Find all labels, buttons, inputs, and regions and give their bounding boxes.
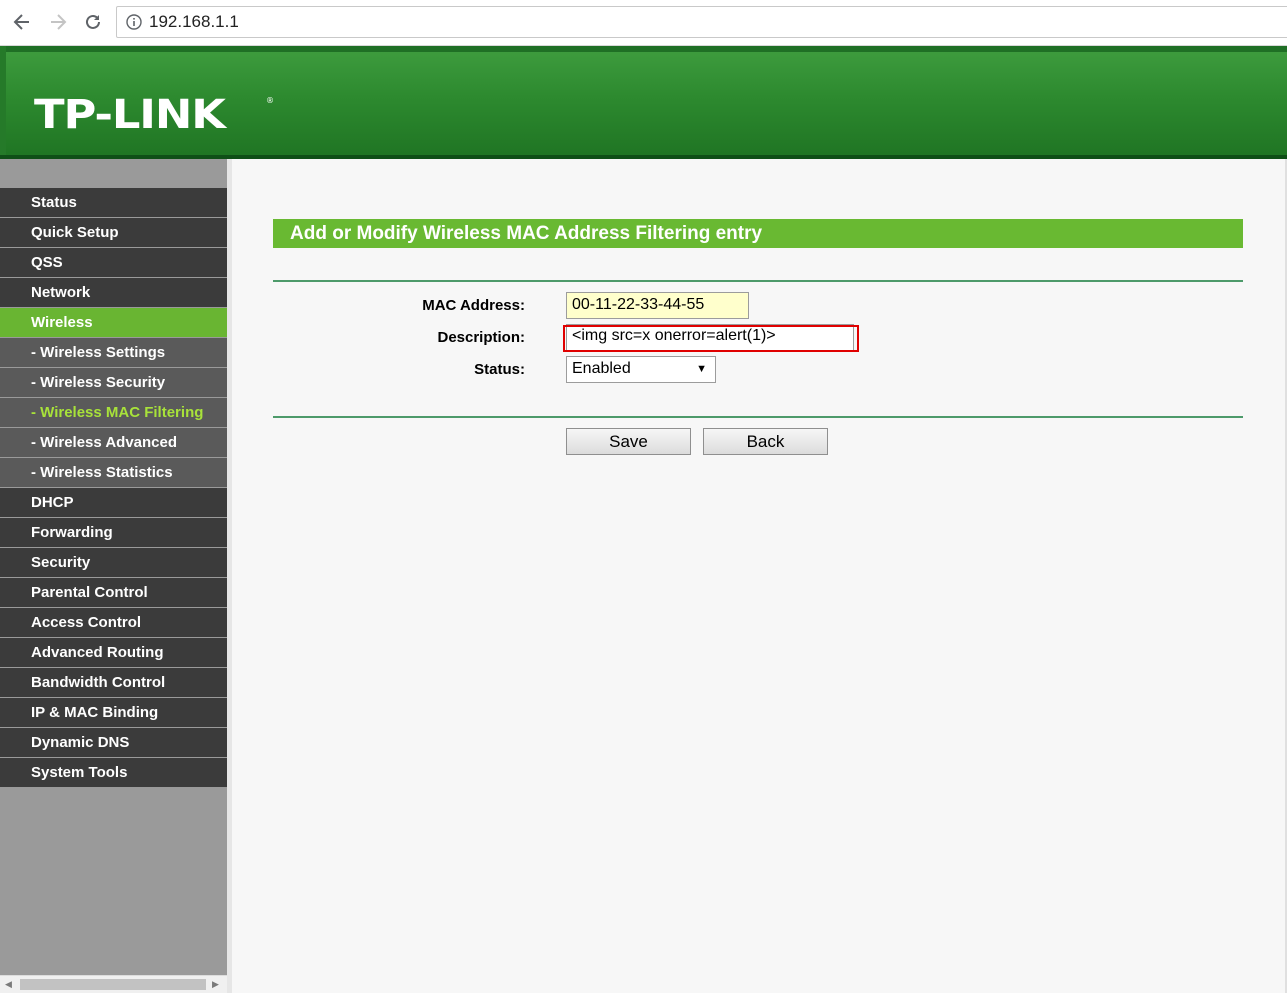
sidebar-item-dynamic-dns[interactable]: Dynamic DNS — [0, 728, 227, 758]
address-bar[interactable]: 192.168.1.1 — [116, 6, 1287, 38]
sidebar-item-forwarding[interactable]: Forwarding — [0, 518, 227, 548]
description-label: Description: — [437, 329, 525, 346]
chevron-down-icon: ▼ — [696, 363, 707, 375]
sidebar-item-wireless-advanced[interactable]: - Wireless Advanced — [0, 428, 227, 458]
registered-mark: ® — [266, 96, 274, 105]
status-label: Status: — [474, 361, 525, 378]
sidebar-item-ip-mac-binding[interactable]: IP & MAC Binding — [0, 698, 227, 728]
sidebar-item-wireless[interactable]: Wireless — [0, 308, 227, 338]
scrollbar-thumb[interactable] — [20, 979, 206, 990]
status-select[interactable]: Enabled ▼ — [566, 356, 716, 383]
mac-address-input[interactable]: 00-11-22-33-44-55 — [566, 292, 749, 319]
forward-arrow-icon[interactable] — [46, 8, 70, 36]
status-selected-value: Enabled — [572, 360, 631, 377]
info-icon[interactable] — [126, 14, 142, 35]
back-arrow-icon[interactable] — [10, 8, 34, 36]
sidebar-item-bandwidth-control[interactable]: Bandwidth Control — [0, 668, 227, 698]
top-divider — [273, 280, 1243, 282]
sidebar-item-qss[interactable]: QSS — [0, 248, 227, 278]
sidebar-item-wireless-mac-filtering[interactable]: - Wireless MAC Filtering — [0, 398, 227, 428]
main-content: Add or Modify Wireless MAC Address Filte… — [232, 159, 1287, 993]
sidebar-item-access-control[interactable]: Access Control — [0, 608, 227, 638]
sidebar-item-advanced-routing[interactable]: Advanced Routing — [0, 638, 227, 668]
scroll-left-icon[interactable]: ◀ — [5, 979, 12, 990]
url-text: 192.168.1.1 — [149, 12, 239, 31]
sidebar: Status Quick Setup QSS Network Wireless … — [0, 159, 232, 993]
page-title: Add or Modify Wireless MAC Address Filte… — [273, 219, 1243, 248]
browser-toolbar: 192.168.1.1 — [0, 0, 1287, 46]
sidebar-item-wireless-security[interactable]: - Wireless Security — [0, 368, 227, 398]
sidebar-item-security[interactable]: Security — [0, 548, 227, 578]
bottom-divider — [273, 416, 1243, 418]
header-banner: TP-LINK ® — [0, 46, 1287, 159]
sidebar-item-parental-control[interactable]: Parental Control — [0, 578, 227, 608]
save-button[interactable]: Save — [566, 428, 691, 455]
sidebar-item-wireless-statistics[interactable]: - Wireless Statistics — [0, 458, 227, 488]
reload-icon[interactable] — [81, 8, 105, 36]
sidebar-menu: Status Quick Setup QSS Network Wireless … — [0, 188, 227, 788]
sidebar-horizontal-scrollbar[interactable]: ◀ ▶ — [0, 975, 227, 993]
tp-link-logo: TP-LINK — [34, 92, 226, 138]
sidebar-item-quick-setup[interactable]: Quick Setup — [0, 218, 227, 248]
sidebar-item-status[interactable]: Status — [0, 188, 227, 218]
mac-address-label: MAC Address: — [422, 297, 525, 314]
highlight-box — [563, 325, 859, 352]
sidebar-item-system-tools[interactable]: System Tools — [0, 758, 227, 788]
sidebar-item-wireless-settings[interactable]: - Wireless Settings — [0, 338, 227, 368]
sidebar-item-network[interactable]: Network — [0, 278, 227, 308]
scroll-right-icon[interactable]: ▶ — [212, 979, 219, 990]
back-button[interactable]: Back — [703, 428, 828, 455]
sidebar-item-dhcp[interactable]: DHCP — [0, 488, 227, 518]
